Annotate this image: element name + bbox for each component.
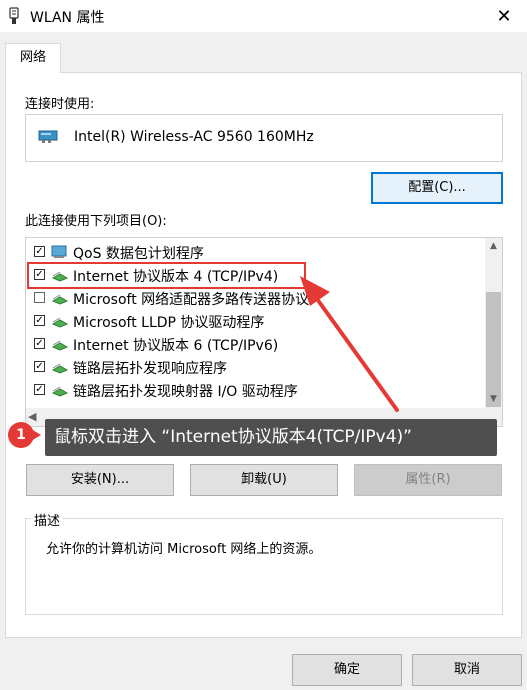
close-button[interactable]: ✕ bbox=[481, 0, 527, 32]
uninstall-button[interactable]: 卸载(U) bbox=[190, 464, 338, 496]
list-item-label: Internet 协议版本 6 (TCP/IPv6) bbox=[73, 338, 279, 354]
scroll-left-icon[interactable]: ◀ bbox=[28, 408, 36, 426]
title-bar: WLAN 属性 ✕ bbox=[0, 0, 527, 32]
list-item[interactable]: ✓ Microsoft LLDP 协议驱动程序 bbox=[26, 310, 481, 334]
tab-network[interactable]: 网络 bbox=[5, 43, 61, 73]
list-item[interactable]: ✓ 链路层拓扑发现响应程序 bbox=[26, 356, 481, 380]
configure-button[interactable]: 配置(C)... bbox=[371, 172, 503, 204]
list-item-label: QoS 数据包计划程序 bbox=[73, 246, 204, 262]
qos-icon bbox=[51, 245, 67, 258]
checkbox[interactable]: ✓ bbox=[34, 384, 45, 395]
protocol-icon bbox=[51, 386, 69, 397]
network-adapter-icon bbox=[38, 130, 58, 143]
ok-button[interactable]: 确定 bbox=[292, 654, 402, 686]
list-item[interactable]: ✓ 链路层拓扑发现映射器 I/O 驱动程序 bbox=[26, 379, 481, 403]
window-title: WLAN 属性 bbox=[30, 10, 105, 26]
install-button[interactable]: 安装(N)... bbox=[26, 464, 174, 496]
scroll-down-icon[interactable]: ▼ bbox=[485, 391, 502, 408]
annotation-tooltip: 鼠标双击进入 “Internet协议版本4(TCP/IPv4)” bbox=[45, 419, 497, 456]
highlight-box bbox=[27, 262, 306, 289]
list-item-label: 链路层拓扑发现映射器 I/O 驱动程序 bbox=[73, 384, 298, 400]
checkbox[interactable]: ✓ bbox=[34, 246, 45, 257]
protocol-icon bbox=[51, 363, 69, 374]
connect-using-label: 连接时使用: bbox=[25, 97, 95, 112]
vertical-scrollbar[interactable]: ▲ ▼ bbox=[485, 238, 502, 408]
checkbox[interactable]: ✓ bbox=[34, 338, 45, 349]
adapter-box: Intel(R) Wireless-AC 9560 160MHz bbox=[25, 114, 503, 162]
description-title: 描述 bbox=[31, 510, 64, 529]
protocol-icon bbox=[51, 294, 69, 305]
checkbox[interactable] bbox=[34, 292, 45, 303]
description-text: 允许你的计算机访问 Microsoft 网络上的资源。 bbox=[46, 542, 322, 557]
list-item[interactable]: Microsoft 网络适配器多路传送器协议 bbox=[26, 287, 481, 311]
adapter-name: Intel(R) Wireless-AC 9560 160MHz bbox=[74, 129, 314, 145]
scroll-thumb[interactable] bbox=[486, 292, 501, 407]
list-item-label: 链路层拓扑发现响应程序 bbox=[73, 361, 227, 377]
properties-button[interactable]: 属性(R) bbox=[354, 464, 502, 496]
checkbox[interactable]: ✓ bbox=[34, 315, 45, 326]
close-icon: ✕ bbox=[496, 5, 512, 27]
list-item-label: Microsoft LLDP 协议驱动程序 bbox=[73, 315, 265, 331]
list-item-label: Microsoft 网络适配器多路传送器协议 bbox=[73, 292, 310, 308]
checkbox[interactable]: ✓ bbox=[34, 361, 45, 372]
items-label: 此连接使用下列项目(O): bbox=[25, 214, 167, 229]
protocol-icon bbox=[51, 340, 69, 351]
badge-pointer bbox=[31, 429, 41, 441]
wifi-adapter-icon bbox=[9, 7, 19, 24]
description-group bbox=[25, 518, 503, 615]
protocol-icon bbox=[51, 317, 69, 328]
cancel-button[interactable]: 取消 bbox=[412, 654, 522, 686]
scroll-up-icon[interactable]: ▲ bbox=[485, 238, 502, 255]
list-item[interactable]: ✓ Internet 协议版本 6 (TCP/IPv6) bbox=[26, 333, 481, 357]
